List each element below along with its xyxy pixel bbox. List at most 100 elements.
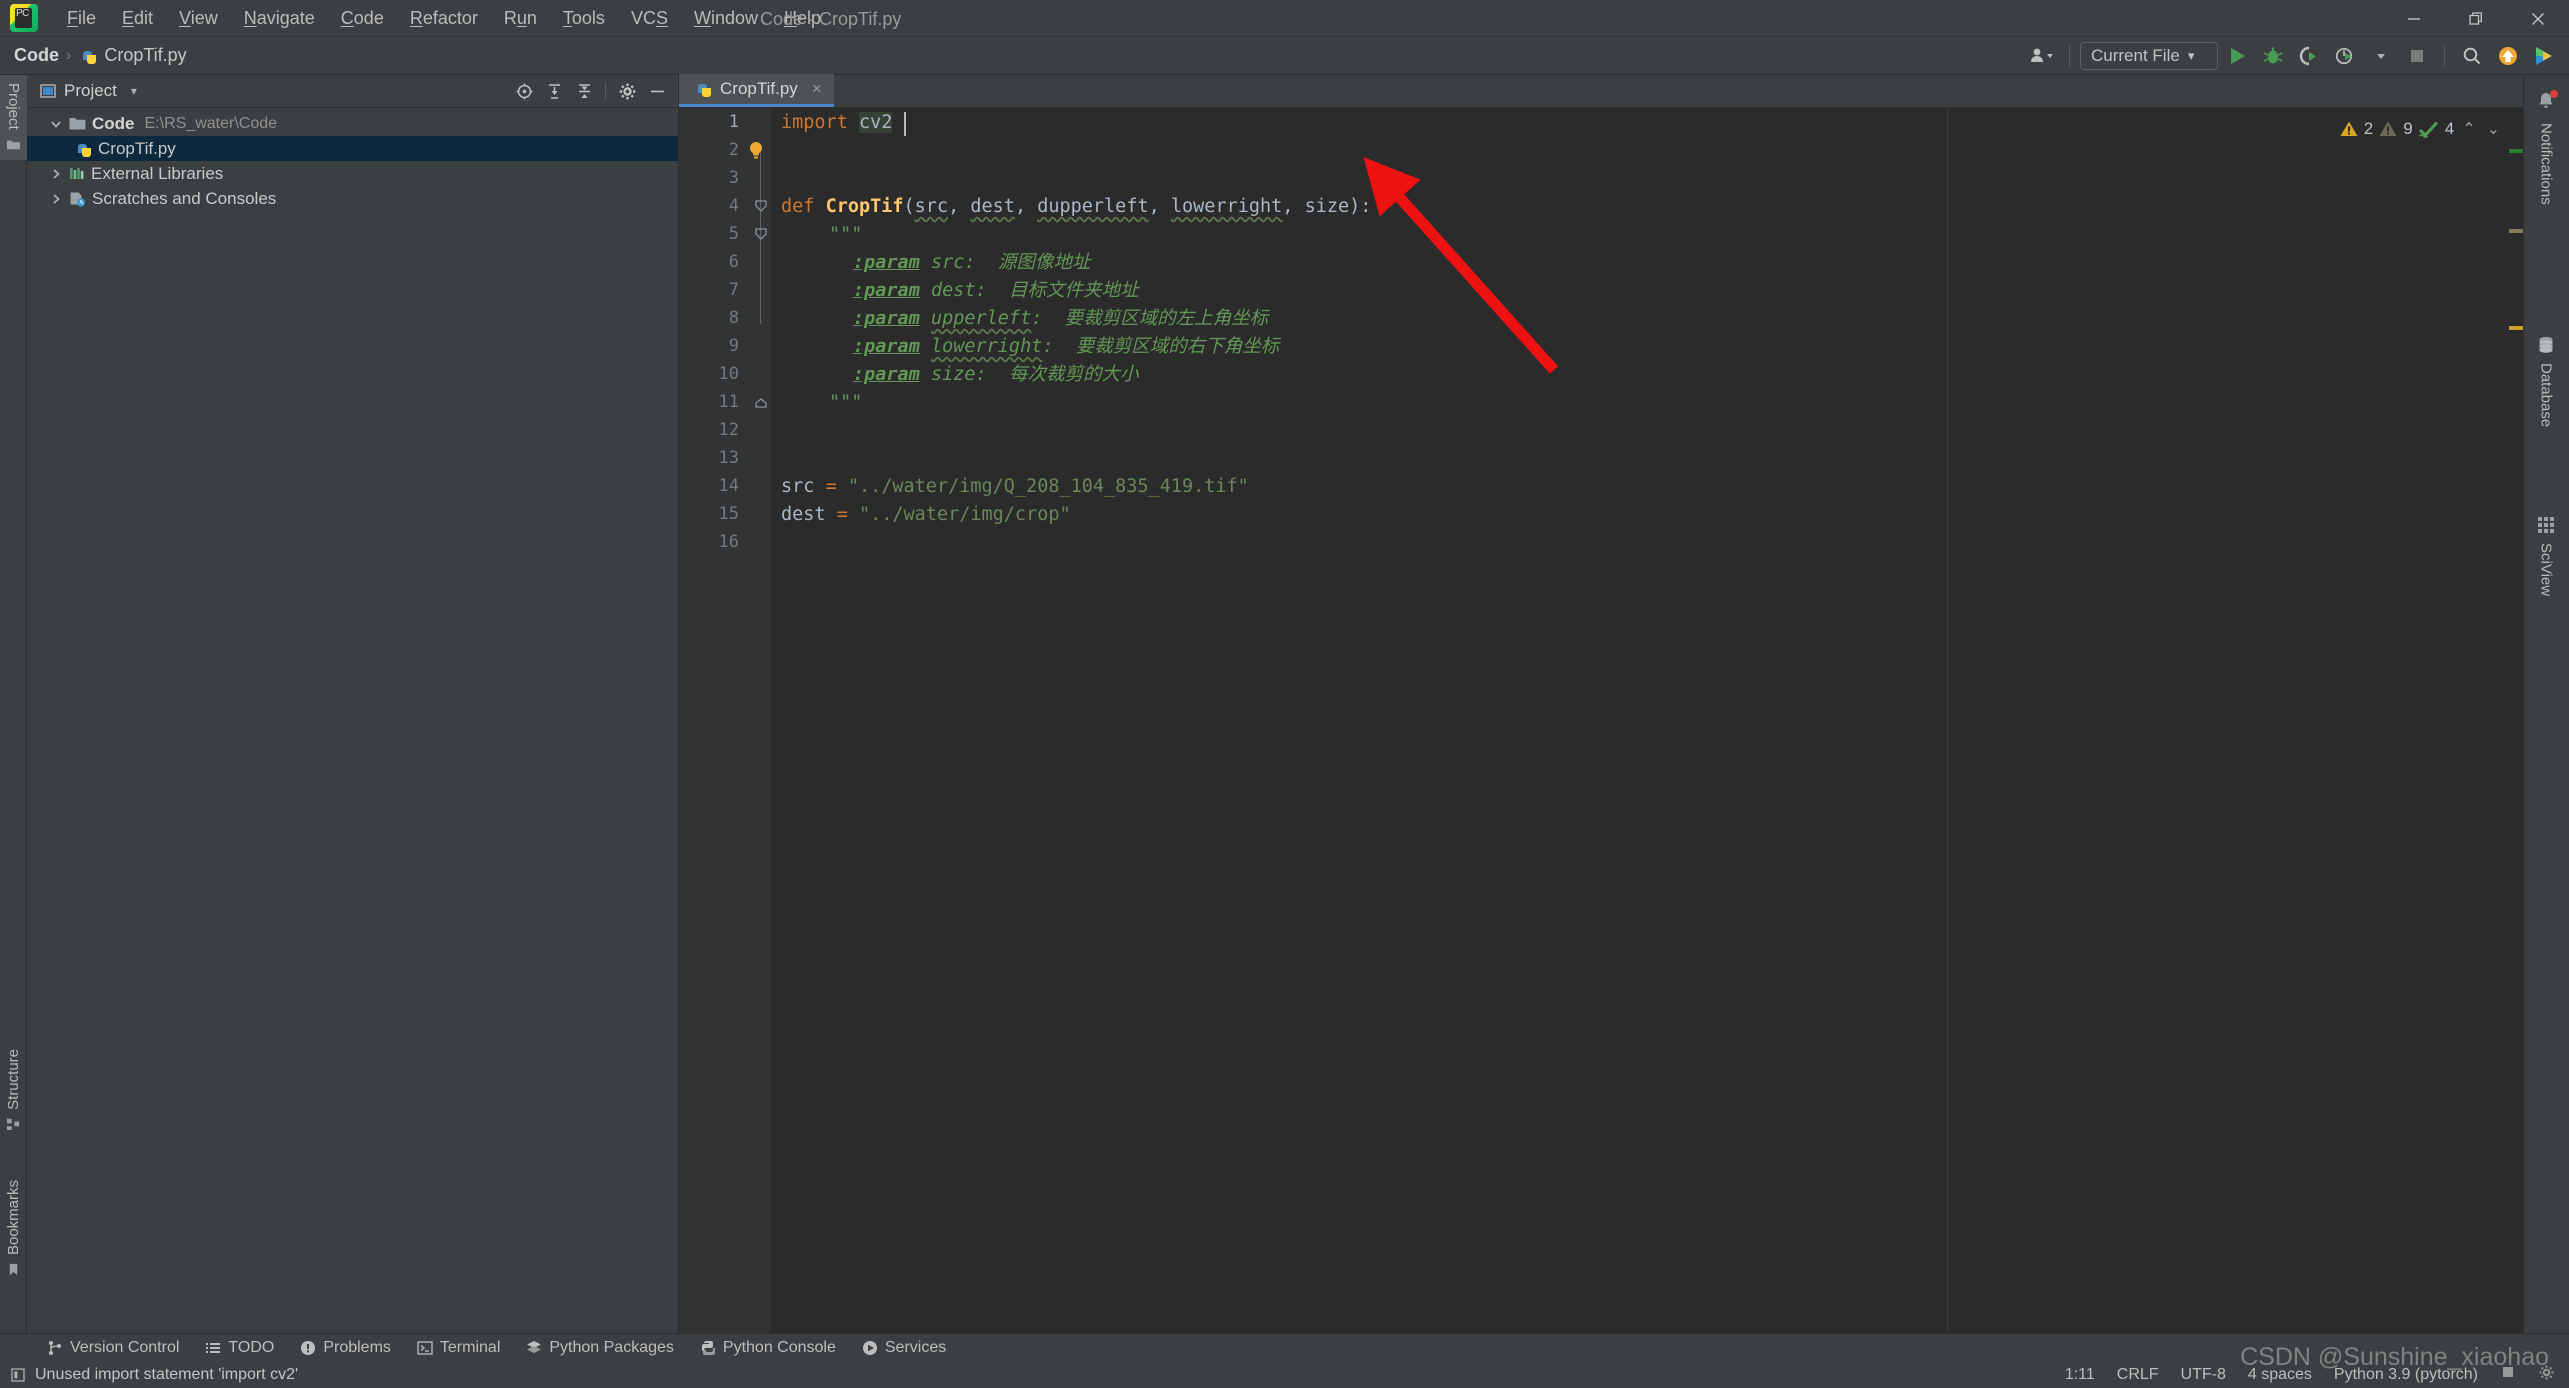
- file-encoding[interactable]: UTF-8: [2181, 1366, 2226, 1384]
- sidebar-item-structure[interactable]: Structure: [0, 1041, 27, 1140]
- tool-window-services[interactable]: Services: [849, 1334, 959, 1362]
- menu-code[interactable]: Code: [328, 4, 397, 33]
- menu-run[interactable]: Run: [491, 4, 550, 33]
- right-margin-guide: [1947, 108, 1948, 1340]
- fold-marker-function[interactable]: [753, 198, 769, 214]
- tree-row[interactable]: CropTif.py: [27, 136, 678, 161]
- settings-gear-icon[interactable]: [2538, 1364, 2555, 1386]
- chevron-right-icon[interactable]: [49, 192, 63, 206]
- tool-window-label: Services: [885, 1339, 946, 1357]
- ide-feature-icon[interactable]: [2527, 41, 2561, 71]
- line-number: 11: [679, 392, 739, 412]
- marker-ok[interactable]: [2509, 149, 2523, 153]
- token-var-dest: dest: [781, 504, 826, 525]
- debug-button[interactable]: [2256, 41, 2290, 71]
- code-editor[interactable]: 1 2 3 4 5 6 7 8 9 10 11 12 13 14 15 16: [679, 108, 2523, 1340]
- prev-issue-icon[interactable]: ⌃: [2459, 119, 2478, 139]
- token-string-dest-path: "../water/img/crop": [859, 504, 1071, 525]
- code-folding-column[interactable]: [751, 108, 771, 1340]
- menu-vcs[interactable]: VCS: [618, 4, 681, 33]
- marker-warning[interactable]: [2509, 326, 2523, 330]
- run-configuration-selector[interactable]: Current File ▾: [2080, 42, 2218, 70]
- marker-weak-warning[interactable]: [2509, 229, 2523, 233]
- tree-row[interactable]: Code E:\RS_water\Code: [27, 111, 678, 136]
- tool-window-todo[interactable]: TODO: [192, 1334, 287, 1362]
- close-icon[interactable]: ×: [812, 79, 822, 99]
- chevron-down-icon[interactable]: [49, 117, 63, 131]
- menu-tools[interactable]: Tools: [550, 4, 618, 33]
- python-file-icon: [693, 79, 712, 99]
- collapse-all-icon[interactable]: [571, 78, 597, 104]
- menu-navigate[interactable]: Navigate: [231, 4, 328, 33]
- code-line-14: src = "../water/img/Q_208_104_835_419.ti…: [781, 473, 1249, 501]
- inspection-widget[interactable]: 2 9 4 ⌃ ⌄: [2333, 114, 2509, 144]
- python-interpreter[interactable]: Python 3.9 (pytorch): [2334, 1366, 2478, 1384]
- next-issue-icon[interactable]: ⌄: [2484, 119, 2503, 139]
- tab-croptif-py[interactable]: CropTif.py ×: [679, 74, 834, 107]
- tool-window-label: Version Control: [70, 1339, 179, 1357]
- tool-window-problems[interactable]: Problems: [287, 1334, 404, 1362]
- minimize-icon[interactable]: [2383, 0, 2445, 37]
- memory-indicator[interactable]: [2500, 1364, 2516, 1385]
- token-assign: =: [826, 476, 837, 497]
- stop-button[interactable]: [2400, 41, 2434, 71]
- line-number: 16: [679, 532, 739, 552]
- run-button[interactable]: [2220, 41, 2254, 71]
- bookmark-icon: [6, 1262, 21, 1277]
- token-docstring-close: """: [829, 392, 862, 413]
- fold-marker-end[interactable]: [753, 396, 769, 412]
- editor-area: CropTif.py × 1 2 3 4 5 6 7 8 9 10 11 12: [679, 75, 2523, 1340]
- breadcrumb-project[interactable]: Code: [14, 45, 59, 66]
- sidebar-item-sciview[interactable]: SciView: [2523, 505, 2569, 606]
- chevron-right-icon[interactable]: [49, 167, 63, 181]
- tree-row[interactable]: Scratches and Consoles: [27, 186, 678, 211]
- update-project-button[interactable]: [2491, 41, 2525, 71]
- line-number: 1: [679, 112, 739, 132]
- line-number: 8: [679, 308, 739, 328]
- chevron-down-icon[interactable]: [2364, 41, 2398, 71]
- python-file-icon: [73, 139, 92, 159]
- line-number: 10: [679, 364, 739, 384]
- tree-item-label: CropTif.py: [98, 139, 176, 159]
- settings-gear-icon[interactable]: [614, 78, 640, 104]
- account-icon[interactable]: [2025, 41, 2059, 71]
- pycharm-logo-icon: PC: [10, 4, 38, 32]
- token-param-name-upperleft: upperleft: [931, 308, 1031, 329]
- sidebar-item-notifications[interactable]: Notifications: [2523, 81, 2569, 215]
- code-text-area[interactable]: import cv2 def CropTif(src, dest, dupper…: [771, 108, 2523, 1340]
- breadcrumb-file[interactable]: CropTif.py: [104, 45, 186, 66]
- menu-window[interactable]: Window: [681, 4, 771, 33]
- menu-file[interactable]: File: [54, 4, 109, 33]
- tool-window-terminal[interactable]: Terminal: [404, 1334, 513, 1362]
- token-param-name-size: size:: [931, 364, 987, 385]
- indent-setting[interactable]: 4 spaces: [2248, 1366, 2312, 1384]
- menu-view[interactable]: View: [166, 4, 231, 33]
- chevron-down-icon[interactable]: ▾: [131, 84, 137, 98]
- tool-window-version-control[interactable]: Version Control: [34, 1334, 192, 1362]
- editor-scrollbar-markers[interactable]: [2505, 141, 2523, 1340]
- sidebar-item-project[interactable]: Project: [0, 75, 27, 160]
- intention-bulb-icon[interactable]: [747, 140, 765, 162]
- tool-window-python-packages[interactable]: Python Packages: [513, 1334, 687, 1362]
- run-with-coverage-button[interactable]: [2292, 41, 2326, 71]
- code-line-4: def CropTif(src, dest, dupperleft, lower…: [781, 193, 1371, 221]
- tree-row[interactable]: External Libraries: [27, 161, 678, 186]
- status-bar-right: 1:11 CRLF UTF-8 4 spaces Python 3.9 (pyt…: [2065, 1364, 2569, 1386]
- fold-marker-docstring[interactable]: [753, 226, 769, 242]
- hide-panel-icon[interactable]: [644, 78, 670, 104]
- restore-icon[interactable]: [2445, 0, 2507, 37]
- token-assign: =: [837, 504, 848, 525]
- tool-window-python-console[interactable]: Python Console: [687, 1334, 849, 1362]
- caret-position[interactable]: 1:11: [2065, 1366, 2095, 1384]
- menu-edit[interactable]: Edit: [109, 4, 166, 33]
- close-icon[interactable]: [2507, 0, 2569, 37]
- expand-all-icon[interactable]: [541, 78, 567, 104]
- profile-button[interactable]: [2328, 41, 2362, 71]
- search-everywhere-button[interactable]: [2455, 41, 2489, 71]
- sidebar-item-bookmarks[interactable]: Bookmarks: [0, 1172, 27, 1285]
- line-separator[interactable]: CRLF: [2117, 1366, 2159, 1384]
- menu-refactor[interactable]: Refactor: [397, 4, 491, 33]
- select-opened-file-icon[interactable]: [511, 78, 537, 104]
- editor-gutter[interactable]: 1 2 3 4 5 6 7 8 9 10 11 12 13 14 15 16: [679, 108, 751, 1340]
- sidebar-item-database[interactable]: Database: [2523, 325, 2569, 437]
